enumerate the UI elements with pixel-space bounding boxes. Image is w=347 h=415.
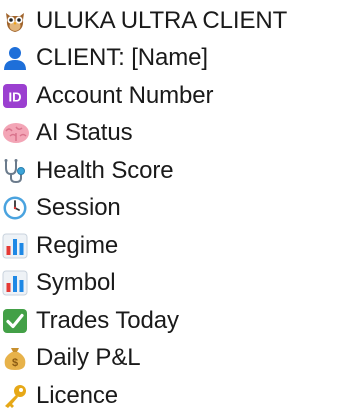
stethoscope-icon	[0, 157, 36, 185]
list-item-label: Daily P&L	[36, 344, 141, 372]
list-item-label: Session	[36, 194, 121, 222]
person-silhouette-icon	[0, 44, 36, 72]
list-item-label: CLIENT: [Name]	[36, 44, 208, 72]
list-item-label: Regime	[36, 231, 119, 259]
list-item-title: ULUKA ULTRA CLIENT	[0, 2, 347, 40]
list-item-symbol: Symbol	[0, 265, 347, 303]
list-item-daily-pnl: $ Daily P&L	[0, 340, 347, 378]
list-item-label: AI Status	[36, 119, 133, 147]
key-icon	[0, 382, 36, 410]
list-item-regime: Regime	[0, 227, 347, 265]
list-item-label: ULUKA ULTRA CLIENT	[36, 6, 288, 34]
list-item-health-score: Health Score	[0, 152, 347, 190]
check-mark-icon	[0, 307, 36, 335]
list-item-trades-today: Trades Today	[0, 302, 347, 340]
list-item-account-number: ID Account Number	[0, 77, 347, 115]
list-item-label: Symbol	[36, 269, 116, 297]
list-item-client: CLIENT: [Name]	[0, 40, 347, 78]
money-bag-icon: $	[0, 344, 36, 372]
brain-icon	[0, 119, 36, 147]
list-item-label: Health Score	[36, 156, 174, 184]
list-item-label: Account Number	[36, 81, 214, 109]
bar-chart-icon	[0, 269, 36, 297]
owl-icon	[0, 7, 36, 35]
list-item-session: Session	[0, 190, 347, 228]
id-badge-icon: ID	[0, 82, 36, 110]
svg-text:$: $	[12, 357, 18, 369]
list-item-ai-status: AI Status	[0, 115, 347, 153]
bar-chart-icon	[0, 232, 36, 260]
list-item-label: Licence	[36, 381, 119, 409]
status-list: ULUKA ULTRA CLIENT CLIENT: [Name] ID Acc…	[0, 0, 347, 415]
list-item-label: Trades Today	[36, 306, 179, 334]
svg-text:ID: ID	[9, 89, 22, 104]
clock-icon	[0, 194, 36, 222]
list-item-licence: Licence	[0, 377, 347, 415]
